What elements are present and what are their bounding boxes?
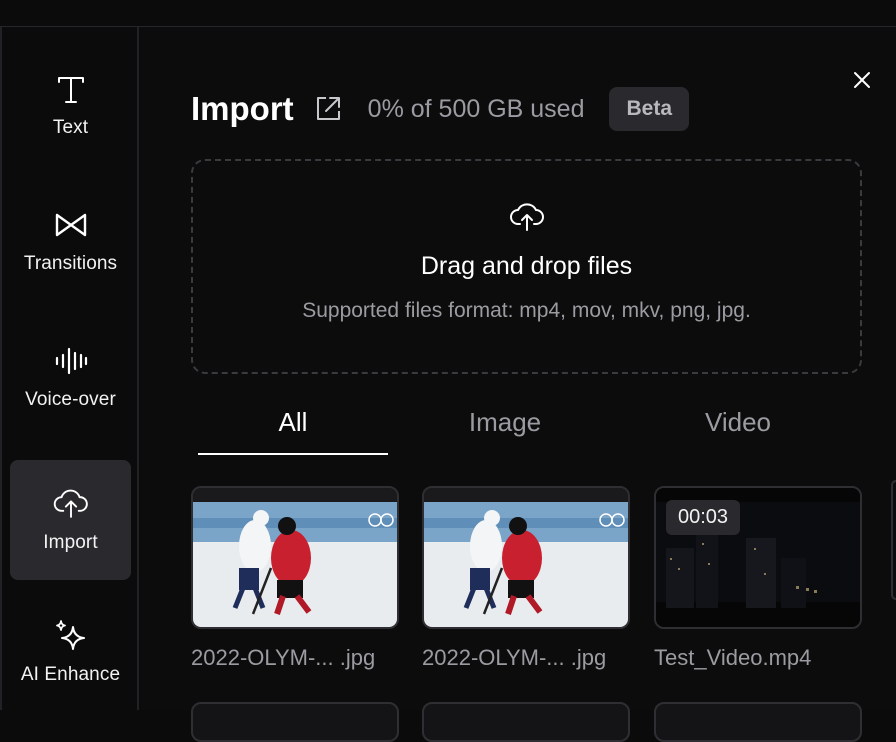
sidebar-item-ai-enhance[interactable]: AI Enhance — [10, 592, 131, 712]
sidebar-item-voice-over[interactable]: Voice-over — [10, 317, 131, 437]
sidebar-item-label: Import — [43, 532, 98, 553]
file-thumbnail[interactable] — [191, 486, 399, 629]
tab-image[interactable]: Image — [410, 407, 600, 457]
top-bar — [0, 0, 896, 27]
video-duration-badge: 00:03 — [666, 500, 741, 535]
file-thumbnail[interactable] — [191, 702, 399, 742]
hockey-image — [424, 488, 628, 627]
video-thumbnail[interactable]: 00:03 — [654, 486, 862, 629]
tab-label: Image — [468, 407, 542, 437]
tab-all[interactable]: All — [198, 407, 388, 457]
panel-header: Import 0% of 500 GB used Beta — [191, 87, 690, 131]
hockey-image — [193, 488, 397, 627]
file-thumbnail[interactable] — [422, 486, 630, 629]
close-icon — [854, 72, 870, 88]
filter-tabs: All Image Video — [198, 407, 862, 457]
import-panel: Import 0% of 500 GB used Beta Drag and d… — [141, 27, 896, 742]
cloud-upload-icon — [509, 203, 544, 231]
file-thumbnail[interactable] — [654, 702, 862, 742]
tab-label: Video — [704, 407, 772, 437]
waveform-icon — [53, 343, 89, 379]
file-name: 2022-OLYM-... .jpg — [422, 645, 607, 670]
external-link-icon[interactable] — [314, 95, 342, 123]
text-icon — [53, 71, 89, 107]
file-name: 2022-OLYM-... .jpg — [191, 645, 376, 670]
sidebar-item-label: Voice-over — [25, 389, 116, 410]
sidebar-item-label: Transitions — [23, 253, 118, 274]
cloud-upload-icon — [53, 486, 89, 522]
storage-usage: 0% of 500 GB used — [367, 94, 585, 123]
sidebar-item-label: Text — [52, 117, 89, 138]
sidebar-item-import[interactable]: Import — [10, 460, 131, 580]
page-title: Import — [191, 90, 294, 127]
sparkles-icon — [53, 618, 89, 654]
tab-video[interactable]: Video — [643, 407, 833, 457]
dropzone-subtitle: Supported files format: mp4, mov, mkv, p… — [302, 299, 751, 322]
file-thumbnail-edge — [891, 480, 896, 600]
tab-label: All — [278, 407, 308, 437]
close-button[interactable] — [849, 67, 875, 93]
file-thumbnail[interactable] — [422, 702, 630, 742]
dropzone-title: Drag and drop files — [420, 252, 633, 280]
sidebar-item-text[interactable]: Text — [10, 45, 131, 165]
transitions-icon — [53, 207, 89, 243]
upload-dropzone[interactable]: Drag and drop files Supported files form… — [191, 159, 862, 374]
sidebar-item-label: AI Enhance — [20, 664, 121, 685]
active-tab-indicator — [198, 453, 388, 455]
beta-badge: Beta — [609, 87, 690, 131]
file-name: Test_Video.mp4 — [654, 645, 812, 670]
sidebar: Text Transitions Voice-over Import AI En… — [0, 27, 139, 710]
sidebar-item-transitions[interactable]: Transitions — [10, 181, 131, 301]
